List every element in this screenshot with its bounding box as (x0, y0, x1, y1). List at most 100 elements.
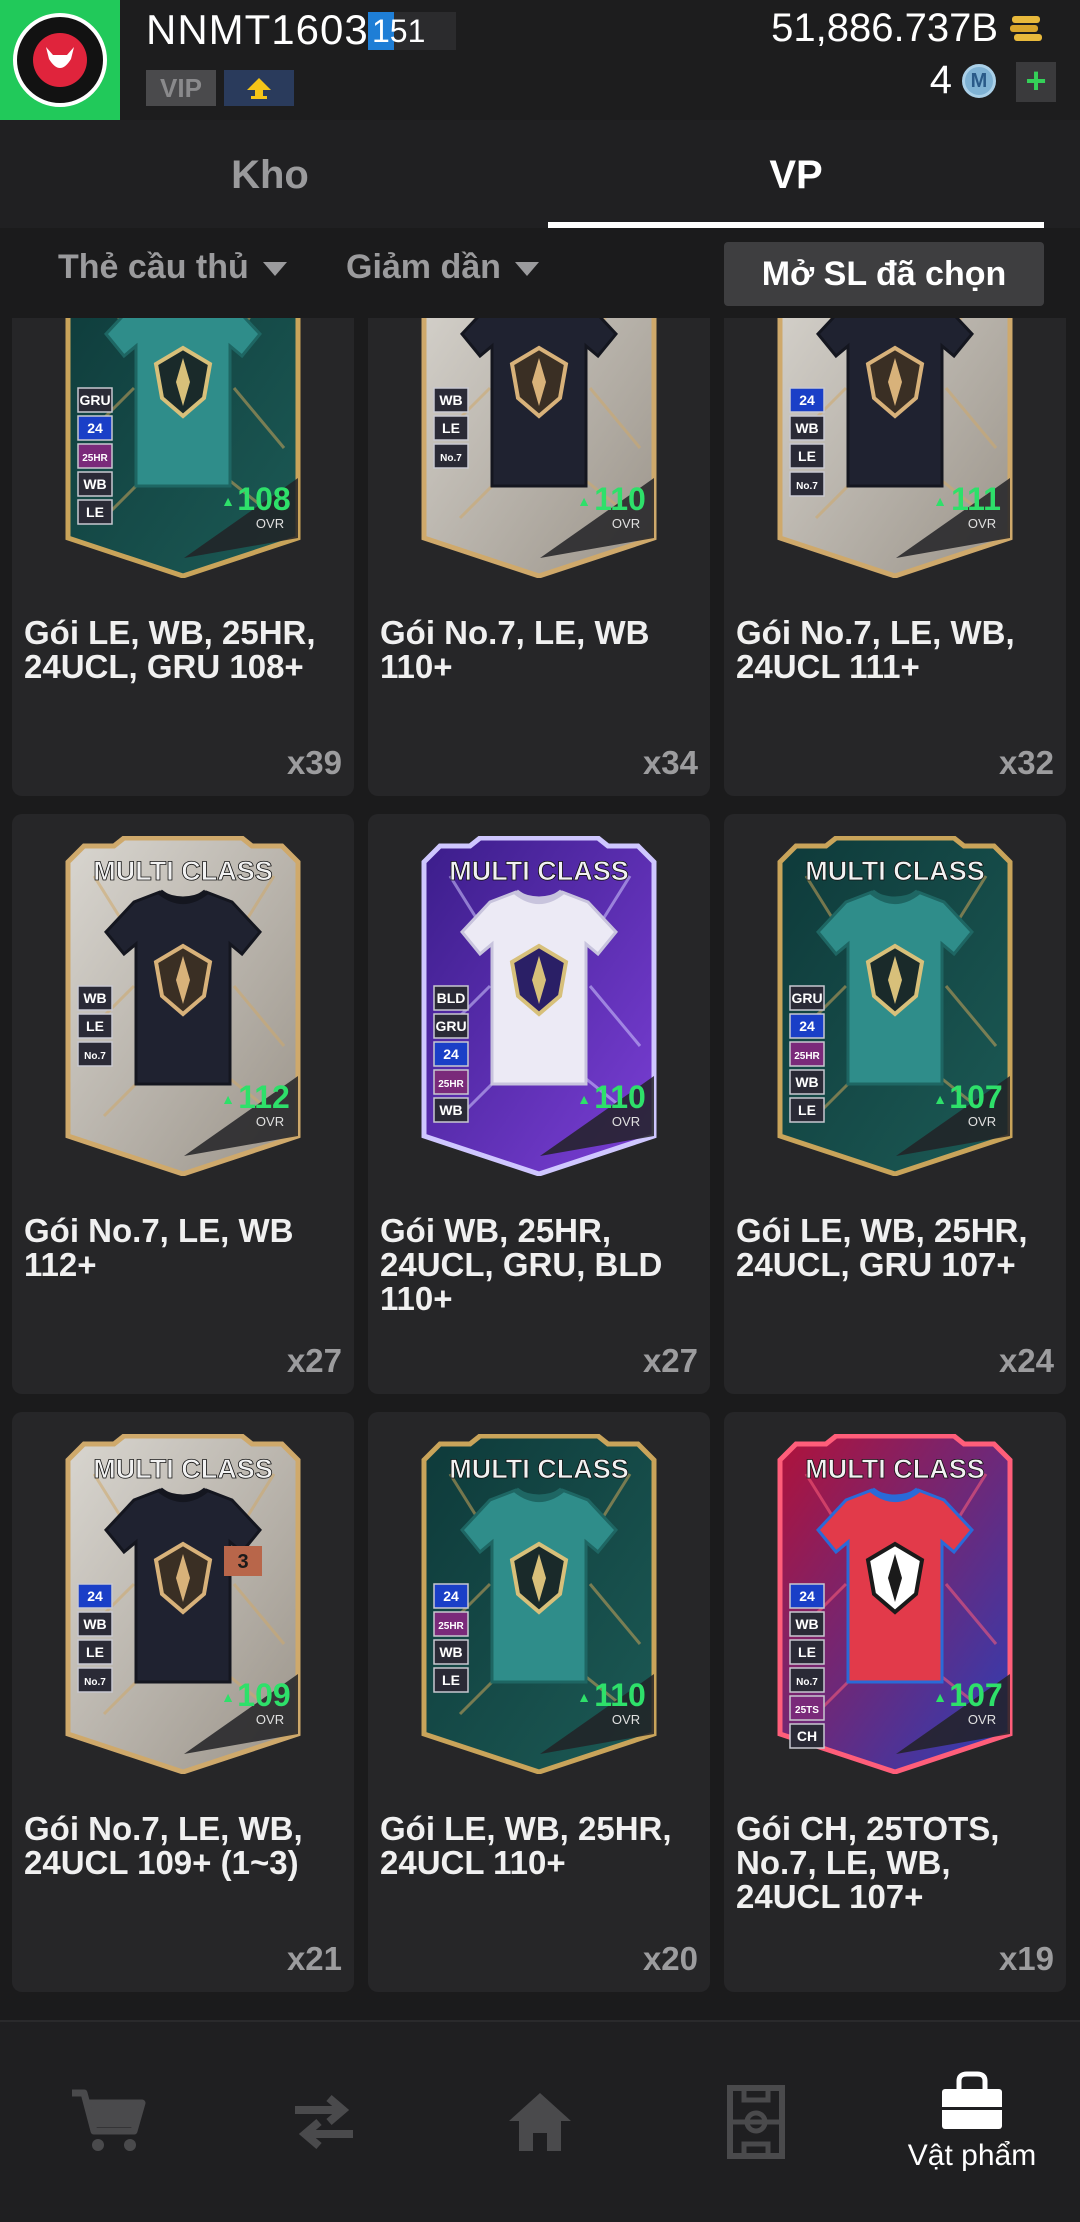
pack-tile[interactable]: MULTI CLASS WB LE No.7 ▲ 112 OVR Gói No.7,… (12, 814, 354, 1394)
pack-card-image: MULTI CLASS GRU 24 25HR WB LE ▲ 107 OVR (777, 836, 1013, 1176)
ovr-label: OVR (256, 516, 284, 531)
card-tag: 25HR (82, 453, 108, 464)
item-grid: MULTI CLASS GRU 24 25HR WB LE ▲ 108 OVR Gói … (0, 318, 1080, 2020)
card-tag: LE (798, 448, 816, 464)
card-tag: 25HR (438, 1621, 464, 1632)
pack-count: x24 (998, 1342, 1054, 1379)
type-filter-label: Thẻ cầu thủ (58, 248, 249, 286)
ovr-label: OVR (612, 516, 640, 531)
caret-down-icon (514, 262, 539, 277)
coins-icon (1010, 16, 1042, 41)
card-tag: 24 (799, 1018, 815, 1034)
pack-name: Gói WB, 25HR, 24UCL, GRU, BLD 110+ (380, 1212, 663, 1317)
pack-name: Gói No.7, LE, WB 110+ (380, 614, 650, 685)
pack-tile[interactable]: MULTI CLASS GRU2425HRWBLE ▲ 108 OVR Gói … (12, 318, 354, 796)
card-top-label: MULTI CLASS (805, 856, 984, 886)
pack-count: x27 (286, 1342, 342, 1379)
card-count-badge: 3 (237, 1551, 248, 1573)
pack-tile[interactable]: MULTI CLASS 24 WB LE No.7 25TS CH ▲ 107 OVR G… (724, 1412, 1066, 1992)
nav-items[interactable]: Vật phẩm (864, 2022, 1080, 2222)
card-tag: LE (442, 1672, 460, 1688)
pack-count: x20 (642, 1940, 698, 1977)
sort-dropdown[interactable]: Giảm dần (346, 248, 539, 287)
card-tag: WB (439, 392, 462, 408)
ovr-up-arrow: ▲ (577, 493, 591, 509)
pack-tile[interactable]: MULTI CLASS 24 25HR WB LE ▲ 110 OVR Gói LE,… (368, 1412, 710, 1992)
pack-count: x19 (998, 1940, 1054, 1977)
card-tag: LE (86, 1018, 104, 1034)
pack-card-image: MULTI CLASS GRU2425HRWBLE ▲ 108 OVR (65, 318, 301, 578)
ovr-value: 110 (594, 1677, 646, 1713)
username: NNMT1603 (146, 6, 369, 53)
card-top-label: MULTI CLASS (449, 1454, 628, 1484)
pack-card-image: MULTI CLASS 24 25HR WB LE ▲ 110 OVR (421, 1434, 657, 1774)
pack-tile[interactable]: MULTI CLASS 3 24 WB LE No.7 ▲ 109 OVR Gói N… (12, 1412, 354, 1992)
card-tag: WB (439, 1644, 462, 1660)
card-tag: No.7 (796, 481, 818, 492)
open-selected-button[interactable]: Mở SL đã chọn (724, 242, 1044, 306)
pack-name: Gói LE, WB, 25HR, 24UCL, GRU 108+ (24, 614, 316, 685)
vip-badge[interactable]: VIP (146, 70, 216, 106)
m-currency-count: 4 (929, 58, 952, 102)
card-tag: WB (83, 990, 106, 1006)
ovr-value: 111 (951, 481, 1001, 517)
card-top-label: MULTI CLASS (93, 1454, 272, 1484)
tab-bar: Kho VP (0, 120, 1080, 228)
card-top-label: MULTI CLASS (93, 856, 272, 886)
transfer-icon (295, 2094, 353, 2150)
ovr-up-arrow: ▲ (221, 1689, 235, 1705)
pack-card-image: MULTI CLASS 24WBLENo.7 ▲ 111 OVR (777, 318, 1013, 578)
pack-count: x39 (286, 744, 342, 781)
pack-tile[interactable]: MULTI CLASS BLD GRU 24 25HR WB ▲ 110 OVR Gói… (368, 814, 710, 1394)
card-tag: WB (795, 1074, 818, 1090)
card-tag: 24 (443, 1046, 459, 1062)
card-tag: No.7 (440, 453, 462, 464)
card-tag: WB (795, 420, 818, 436)
pack-count: x27 (642, 1342, 698, 1379)
ovr-label: OVR (256, 1114, 284, 1129)
card-tag: 24 (87, 1588, 103, 1604)
card-tag: No.7 (84, 1677, 106, 1688)
nav-home[interactable] (432, 2022, 648, 2222)
pack-tile[interactable]: MULTI CLASS WBLENo.7 ▲ 110 OVR Gói No.7,… (368, 318, 710, 796)
club-badge-icon (13, 13, 107, 107)
pitch-icon (727, 2085, 785, 2159)
bag-icon (942, 2071, 1002, 2129)
ovr-value: 109 (237, 1677, 290, 1713)
tab-vp[interactable]: VP (548, 120, 1044, 228)
card-tag: WB (795, 1616, 818, 1632)
tab-kho[interactable]: Kho (0, 120, 540, 228)
pack-tile[interactable]: MULTI CLASS 24WBLENo.7 ▲ 111 OVR Gói No.… (724, 318, 1066, 796)
level-bar: 151 (368, 12, 456, 50)
pack-name: Gói No.7, LE, WB, 24UCL 111+ (736, 614, 1015, 685)
ovr-label: OVR (968, 516, 996, 531)
pack-count: x34 (642, 744, 698, 781)
card-tag: 24 (799, 1588, 815, 1604)
card-tag: CH (797, 1728, 817, 1744)
card-tag: 25HR (438, 1079, 464, 1090)
ovr-up-arrow: ▲ (221, 1091, 235, 1107)
ovr-value: 107 (949, 1677, 1002, 1713)
card-tag: 24 (87, 420, 103, 436)
vip-upgrade-button[interactable] (224, 70, 294, 106)
card-tag: 24 (799, 392, 815, 408)
ovr-value: 112 (238, 1079, 290, 1115)
card-tag: No.7 (796, 1677, 818, 1688)
add-currency-button[interactable]: + (1016, 62, 1056, 102)
pack-tile[interactable]: MULTI CLASS GRU 24 25HR WB LE ▲ 107 OVR Gói … (724, 814, 1066, 1394)
pack-count: x21 (286, 1940, 342, 1977)
nav-shop[interactable] (0, 2022, 216, 2222)
level-value: 151 (372, 13, 426, 49)
pack-card-image: MULTI CLASS BLD GRU 24 25HR WB ▲ 110 OVR (421, 836, 657, 1176)
club-logo[interactable] (0, 0, 120, 120)
type-filter-dropdown[interactable]: Thẻ cầu thủ (58, 248, 287, 287)
nav-squad[interactable] (648, 2022, 864, 2222)
card-tag: GRU (79, 392, 110, 408)
nav-transfer[interactable] (216, 2022, 432, 2222)
card-tag: No.7 (84, 1051, 106, 1062)
card-top-label: MULTI CLASS (805, 1454, 984, 1484)
ovr-up-arrow: ▲ (577, 1091, 591, 1107)
ovr-up-arrow: ▲ (933, 493, 947, 509)
ovr-up-arrow: ▲ (221, 493, 235, 509)
pack-card-image: MULTI CLASS WBLENo.7 ▲ 110 OVR (421, 318, 657, 578)
